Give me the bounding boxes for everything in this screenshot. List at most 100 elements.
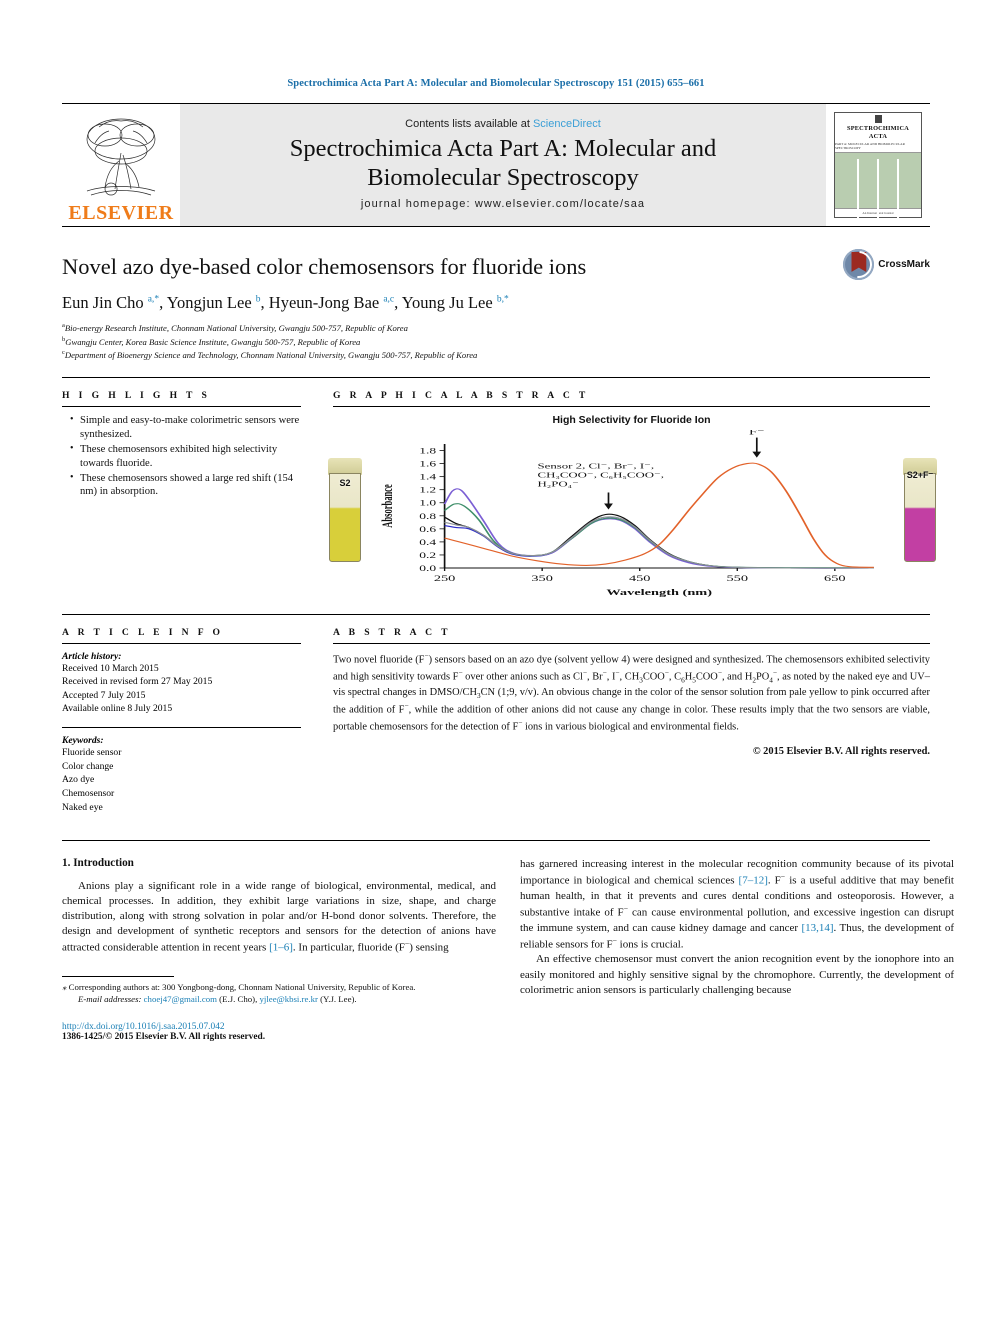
article-head: CrossMark Novel azo dye-based color chem…: [62, 249, 930, 361]
keywords-separator: [62, 727, 301, 729]
cover-frame: SPECTROCHIMICA ACTA PART A: MOLECULAR AN…: [834, 112, 922, 221]
svg-text:Sensor 2, Cl⁻, Br⁻, I⁻,CH₃COO⁻: Sensor 2, Cl⁻, Br⁻, I⁻, CH₃COO⁻, C₆H₅COO⁻…: [538, 462, 664, 488]
abstract-text: Two novel fluoride (F−) sensors based on…: [333, 651, 931, 733]
crossmark-label: CrossMark: [878, 259, 930, 270]
intro-paragraph-2: has garnered increasing interest in the …: [520, 858, 954, 951]
highlights-rule: [62, 405, 301, 407]
graphical-abstract-rule: [333, 405, 930, 407]
journal-masthead: ELSEVIER Contents lists available at Sci…: [62, 103, 930, 227]
affiliation-b-text: Gwangju Center, Korea Basic Science Inst…: [65, 336, 361, 347]
vial-sensor2: S2: [325, 457, 365, 564]
svg-text:0.2: 0.2: [419, 551, 436, 560]
svg-text:450: 450: [629, 573, 651, 583]
keyword-item: Chemosensor: [62, 787, 115, 799]
abstract-column: A B S T R A C T Two novel fluoride (F−) …: [315, 615, 930, 814]
contents-available-line: Contents lists available at ScienceDirec…: [405, 118, 601, 130]
keyword-item: Azo dye: [62, 774, 95, 786]
crossmark-badge[interactable]: CrossMark: [843, 249, 930, 280]
vial-label-s2: S2: [339, 477, 351, 488]
contents-prefix: Contents lists available at: [405, 117, 533, 130]
affiliation-list: aBio-energy Research Institute, Chonnam …: [62, 321, 930, 360]
corresponding-author-note: ⁎ Corresponding authors at: 300 Yongbong…: [62, 982, 416, 993]
svg-text:1.6: 1.6: [419, 460, 436, 469]
svg-text:1.2: 1.2: [419, 486, 436, 495]
body-columns: 1. Introduction Anions play a significan…: [62, 840, 954, 1042]
abstract-rule: [333, 642, 930, 644]
list-item: These chemosensors showed a large red sh…: [70, 471, 301, 500]
cover-title-line-1: SPECTROCHIMICA: [847, 124, 909, 132]
footnote-rule: [62, 976, 174, 978]
paper-page: Spectrochimica Acta Part A: Molecular an…: [0, 0, 992, 1323]
article-history-label: Article history:: [62, 650, 122, 662]
journal-title: Spectrochimica Acta Part A: Molecular an…: [290, 135, 717, 193]
svg-text:F⁻: F⁻: [749, 430, 765, 437]
elsevier-logo: ELSEVIER: [62, 104, 180, 226]
affiliation-a-text: Bio-energy Research Institute, Chonnam N…: [64, 323, 408, 334]
article-info-rule: [62, 642, 301, 644]
intro-paragraph-1: Anions play a significant role in a wide…: [62, 880, 496, 955]
cover-title: SPECTROCHIMICA ACTA: [847, 125, 909, 141]
affiliation-c: cDepartment of Bioenergy Science and Tec…: [62, 348, 930, 361]
page-title: Novel azo dye-based color chemosensors f…: [62, 254, 587, 279]
body-column-left: 1. Introduction Anions play a significan…: [62, 857, 496, 1042]
highlights-column: H I G H L I G H T S Simple and easy-to-m…: [62, 378, 315, 604]
article-info-heading: A R T I C L E I N F O: [62, 626, 224, 638]
absorbance-spectra-chart: 0.0 0.2 0.4 0.6 0.8 1.0 1.2 1.4 1.6 1.8 250 350 450 5…: [377, 430, 884, 598]
svg-text:1.0: 1.0: [419, 499, 436, 508]
vial-label-s2f: S2+F⁻: [906, 469, 934, 480]
doi-block: http://dx.doi.org/10.1016/j.saa.2015.07.…: [62, 1022, 496, 1042]
doi-link[interactable]: http://dx.doi.org/10.1016/j.saa.2015.07.…: [62, 1022, 496, 1032]
graphical-abstract-column: G R A P H I C A L A B S T R A C T High S…: [315, 378, 937, 604]
affiliation-b: bGwangju Center, Korea Basic Science Ins…: [62, 335, 930, 348]
elsevier-tree-icon: [86, 118, 156, 196]
abstract-heading: A B S T R A C T: [333, 626, 451, 638]
keyword-item: Naked eye: [62, 801, 103, 813]
history-online: Available online 8 July 2015: [62, 703, 173, 715]
cover-title-line-2: ACTA: [868, 132, 888, 140]
history-revised: Received in revised form 27 May 2015: [62, 676, 213, 688]
svg-text:0.6: 0.6: [419, 525, 436, 534]
svg-text:0.8: 0.8: [419, 512, 436, 521]
journal-header-block: Contents lists available at ScienceDirec…: [180, 104, 826, 226]
svg-text:Wavelength (nm): Wavelength (nm): [606, 587, 712, 597]
journal-cover-thumbnail: SPECTROCHIMICA ACTA PART A: MOLECULAR AN…: [826, 104, 930, 226]
vial-body: [904, 472, 936, 562]
author-list: Eun Jin Cho a,*, Yongjun Lee b, Hyeun-Jo…: [62, 293, 509, 312]
svg-text:350: 350: [531, 573, 553, 583]
history-accepted: Accepted 7 July 2015: [62, 689, 146, 701]
chart-title: High Selectivity for Fluoride Ion: [552, 413, 711, 426]
article-info-column: A R T I C L E I N F O Article history: R…: [62, 615, 315, 814]
history-received: Received 10 March 2015: [62, 662, 159, 674]
running-head: Spectrochimica Acta Part A: Molecular an…: [287, 78, 705, 89]
section-heading-introduction: 1. Introduction: [62, 857, 134, 870]
graphical-abstract-heading: G R A P H I C A L A B S T R A C T: [333, 389, 589, 401]
crossmark-icon: [843, 249, 875, 280]
keyword-item: Fluoride sensor: [62, 747, 122, 759]
journal-homepage-line[interactable]: journal homepage: www.elsevier.com/locat…: [361, 198, 645, 210]
list-item: These chemosensors exhibited high select…: [70, 442, 301, 471]
journal-title-line-2: Biomolecular Spectroscopy: [367, 163, 639, 191]
graphical-abstract-inner: S2 S2+F⁻ 0.0 0.2 0.4 0.6 0.8 1.0 1.2 1.4 1.6 1.8 2…: [328, 430, 937, 598]
affiliation-a: aBio-energy Research Institute, Chonnam …: [62, 321, 930, 334]
list-item: Simple and easy-to-make colorimetric sen…: [70, 413, 301, 442]
keyword-item: Color change: [62, 760, 114, 772]
highlights-abstract-band: H I G H L I G H T S Simple and easy-to-m…: [62, 376, 937, 814]
svg-text:550: 550: [727, 573, 749, 583]
cover-subtitle: PART A: MOLECULAR AND BIOMOLECULAR SPECT…: [835, 142, 905, 151]
vial-sensor2-fluoride: S2+F⁻: [900, 457, 940, 564]
keywords-label: Keywords:: [62, 735, 104, 747]
sciencedirect-link[interactable]: ScienceDirect: [533, 118, 601, 130]
graphical-abstract-figure: High Selectivity for Fluoride Ion S2 S2+…: [328, 413, 937, 604]
band-row-top: H I G H L I G H T S Simple and easy-to-m…: [62, 378, 937, 604]
svg-text:1.8: 1.8: [419, 447, 436, 456]
journal-title-line-1: Spectrochimica Acta Part A: Molecular an…: [289, 134, 717, 162]
affiliation-c-text: Department of Bioenergy Science and Tech…: [64, 349, 478, 360]
email-addresses-note: E-mail addresses: choej47@gmail.com (E.J…: [78, 994, 357, 1005]
svg-text:1.4: 1.4: [419, 473, 436, 482]
band-row-bottom: A R T I C L E I N F O Article history: R…: [62, 613, 930, 814]
highlights-heading: H I G H L I G H T S: [62, 389, 211, 401]
svg-text:0.4: 0.4: [419, 538, 436, 547]
cover-publisher-mark: [874, 114, 882, 123]
svg-text:250: 250: [434, 573, 456, 583]
svg-text:Absorbance: Absorbance: [379, 484, 396, 527]
